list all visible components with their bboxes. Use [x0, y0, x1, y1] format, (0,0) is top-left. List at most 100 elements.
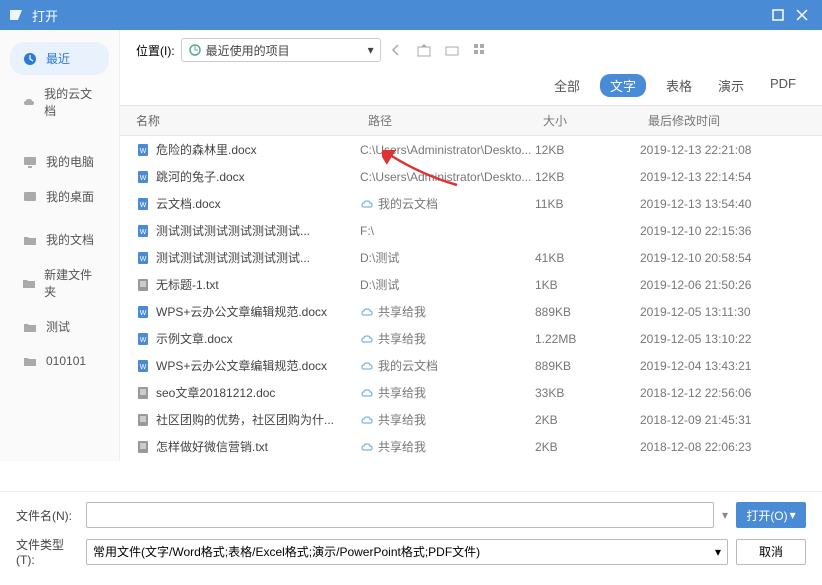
svg-text:W: W — [140, 148, 147, 155]
sidebar-item-label: 我的文档 — [46, 231, 94, 248]
docx-icon: W — [136, 251, 150, 265]
sidebar: 最近我的云文档我的电脑我的桌面我的文档新建文件夹测试 010101 — [0, 30, 120, 461]
file-path: 我的云文档 — [378, 195, 438, 212]
svg-text:W: W — [140, 310, 147, 317]
docx-icon: W — [136, 197, 150, 211]
svg-text:W: W — [140, 202, 147, 209]
file-row[interactable]: 无标题-1.txtD:\测试1KB2019-12-06 21:50:26 — [120, 271, 822, 298]
newfolder-icon[interactable] — [443, 41, 461, 59]
filter-tab-0[interactable]: 全部 — [548, 74, 586, 97]
filter-tab-2[interactable]: 表格 — [660, 74, 698, 97]
docx-icon: W — [136, 359, 150, 373]
file-row[interactable]: WWPS+云办公文章编辑规范.docx我的云文档889KB2019-12-04 … — [120, 352, 822, 379]
svg-text:W: W — [140, 337, 147, 344]
file-path: D:\测试 — [360, 276, 399, 293]
file-row[interactable]: W示例文章.docx共享给我1.22MB2019-12-05 13:10:22 — [120, 325, 822, 352]
filename-label: 文件名(N): — [16, 507, 78, 524]
sidebar-item-1[interactable]: 我的云文档 — [10, 77, 109, 127]
back-icon[interactable] — [387, 41, 405, 59]
cloud-icon — [360, 413, 374, 427]
file-name: 危险的森林里.docx — [156, 141, 257, 158]
filter-tabs: 全部文字表格演示 PDF — [120, 70, 822, 105]
file-row[interactable]: W跳河的兔子.docxC:\Users\Administrator\Deskto… — [120, 163, 822, 190]
app-logo-icon — [8, 7, 24, 23]
col-size-header[interactable]: 大小 — [535, 106, 640, 135]
file-row[interactable]: W 云文档.docx 我的云文档 11KB2019-12-13 13:54:40 — [120, 190, 822, 217]
sidebar-item-6[interactable]: 测试 — [10, 310, 109, 343]
col-name-header[interactable]: 名称 — [120, 106, 360, 135]
close-button[interactable] — [790, 3, 814, 27]
file-path: 共享给我 — [378, 384, 426, 401]
cloud-icon — [360, 440, 374, 454]
file-date: 2019-12-13 13:54:40 — [640, 197, 822, 211]
file-size: 2KB — [535, 413, 640, 427]
file-name: 示例文章.docx — [156, 330, 233, 347]
folder-icon — [22, 275, 36, 291]
col-date-header[interactable]: 最后修改时间 — [640, 106, 822, 135]
sidebar-item-7[interactable]: 010101 — [10, 345, 109, 377]
file-date: 2019-12-05 13:11:30 — [640, 305, 822, 319]
file-name: 无标题-1.txt — [156, 276, 219, 293]
sidebar-item-label: 新建文件夹 — [44, 266, 97, 300]
file-row[interactable]: 怎样做好微信营销.txt共享给我2KB2018-12-08 22:06:23 — [120, 433, 822, 460]
file-path: C:\Users\Administrator\Deskto... — [360, 170, 531, 184]
file-row[interactable]: 社区团购的优势，社区团购为什...共享给我2KB2018-12-09 21:45… — [120, 406, 822, 433]
sidebar-item-label: 我的电脑 — [46, 153, 94, 170]
up-icon[interactable] — [415, 41, 433, 59]
txt-icon — [136, 413, 150, 427]
sidebar-item-5[interactable]: 新建文件夹 — [10, 258, 109, 308]
file-row[interactable]: W危险的森林里.docxC:\Users\Administrator\Deskt… — [120, 136, 822, 163]
docx-icon: W — [136, 332, 150, 346]
docx-icon: W — [136, 224, 150, 238]
filetype-label: 文件类型(T): — [16, 536, 78, 567]
file-path: 共享给我 — [378, 411, 426, 428]
cloud-icon — [360, 332, 374, 346]
file-path: 我的云文档 — [378, 357, 438, 374]
desktop-icon — [22, 189, 38, 205]
col-path-header[interactable]: 路径 — [360, 106, 535, 135]
file-row[interactable]: WWPS+云办公文章编辑规范.docx共享给我889KB2019-12-05 1… — [120, 298, 822, 325]
filename-input[interactable] — [86, 502, 714, 528]
file-date: 2019-12-10 20:58:54 — [640, 251, 822, 265]
file-name: 跳河的兔子.docx — [156, 168, 245, 185]
file-row[interactable]: W测试测试测试测试测试测试...F:\2019-12-10 22:15:36 — [120, 217, 822, 244]
file-path: 共享给我 — [378, 330, 426, 347]
file-name: WPS+云办公文章编辑规范.docx — [156, 357, 327, 374]
maximize-button[interactable] — [766, 3, 790, 27]
file-path: 共享给我 — [378, 303, 426, 320]
file-row[interactable]: seo文章20181212.doc共享给我33KB2018-12-12 22:5… — [120, 379, 822, 406]
location-combo[interactable]: 最近使用的项目 ▾ — [181, 38, 381, 62]
svg-text:W: W — [140, 364, 147, 371]
filetype-select[interactable]: 常用文件(文字/Word格式;表格/Excel格式;演示/PowerPoint格… — [86, 539, 728, 565]
sidebar-item-2[interactable]: 我的电脑 — [10, 145, 109, 178]
cloud-icon — [360, 197, 374, 211]
view-icon[interactable] — [471, 41, 489, 59]
file-size: 11KB — [535, 197, 640, 211]
filter-tab-3[interactable]: 演示 — [712, 74, 750, 97]
location-value: 最近使用的项目 — [206, 42, 368, 59]
open-button[interactable]: 打开(O)▾ — [736, 502, 806, 528]
sidebar-item-4[interactable]: 我的文档 — [10, 223, 109, 256]
filter-tab-1[interactable]: 文字 — [600, 74, 646, 97]
cloud-icon — [360, 359, 374, 373]
chevron-down-icon[interactable]: ▾ — [722, 508, 728, 522]
chevron-down-icon: ▾ — [368, 43, 374, 57]
sidebar-item-label: 我的桌面 — [46, 188, 94, 205]
file-name: 云文档.docx — [156, 195, 221, 212]
chevron-down-icon: ▾ — [715, 545, 721, 559]
cancel-button[interactable]: 取消 — [736, 539, 806, 565]
sidebar-item-label: 010101 — [46, 354, 86, 368]
file-name: 测试测试测试测试测试测试... — [156, 222, 310, 239]
file-size: 12KB — [535, 143, 640, 157]
file-row[interactable]: W测试测试测试测试测试测试...D:\测试41KB2019-12-10 20:5… — [120, 244, 822, 271]
file-size: 12KB — [535, 170, 640, 184]
file-path: D:\测试 — [360, 249, 399, 266]
sidebar-item-0[interactable]: 最近 — [10, 42, 109, 75]
filter-tab-4[interactable]: PDF — [764, 74, 802, 97]
folder-icon — [22, 319, 38, 335]
txt-icon — [136, 278, 150, 292]
location-bar: 位置(I): 最近使用的项目 ▾ — [120, 30, 822, 70]
sidebar-item-3[interactable]: 我的桌面 — [10, 180, 109, 213]
cloud-icon — [360, 305, 374, 319]
titlebar: 打开 — [0, 0, 822, 30]
